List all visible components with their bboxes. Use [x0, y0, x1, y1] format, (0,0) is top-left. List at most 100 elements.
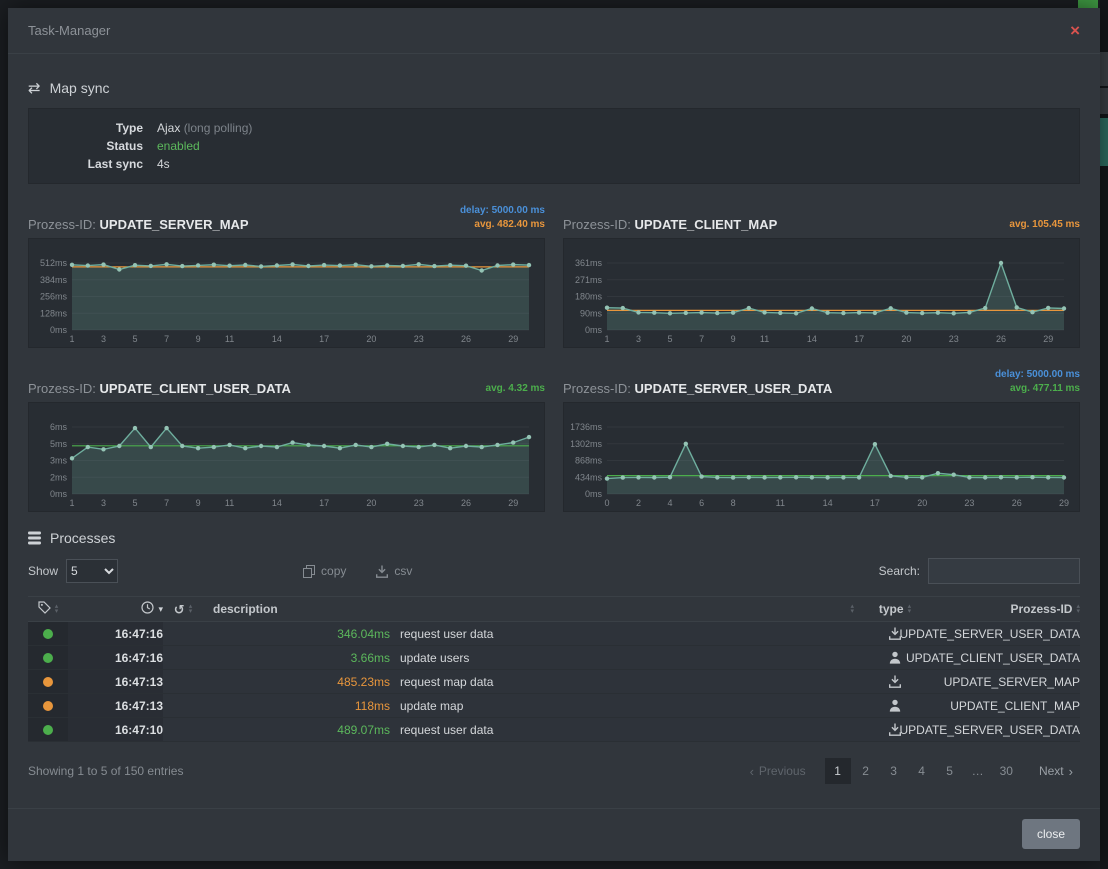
table-row[interactable]: 16:47:16346.04msrequest user dataUPDATE_…: [28, 622, 1080, 646]
chart-meta: delay: 5000.00 ms avg. 482.40 ms: [460, 204, 545, 232]
show-entries-select[interactable]: 5: [66, 559, 118, 583]
svg-text:17: 17: [870, 498, 880, 508]
chart-meta: avg. 105.45 ms: [1009, 218, 1080, 232]
table-row[interactable]: 16:47:13118msupdate mapUPDATE_CLIENT_MAP: [28, 694, 1080, 718]
prozess-id-cell: UPDATE_SERVER_USER_DATA: [930, 718, 1080, 741]
modal-close-icon[interactable]: ×: [1070, 22, 1080, 39]
svg-text:29: 29: [508, 334, 518, 344]
header-time-column[interactable]: [68, 601, 163, 617]
time-cell: 16:47:13: [68, 670, 163, 693]
modal-footer: close: [8, 808, 1100, 861]
svg-text:9: 9: [196, 498, 201, 508]
type-note: (long polling): [184, 121, 253, 135]
svg-text:11: 11: [776, 498, 785, 508]
svg-text:11: 11: [760, 334, 769, 344]
svg-text:20: 20: [366, 334, 376, 344]
pagination-page-30[interactable]: 30: [993, 758, 1020, 784]
svg-text:7: 7: [699, 334, 704, 344]
sync-arrows-icon: ⇄: [28, 81, 41, 96]
chart-panel: 0ms128ms256ms384ms512ms13579111417202326…: [28, 238, 545, 348]
modal-body: ⇄ Map sync Type Ajax (long polling) Stat…: [8, 54, 1100, 808]
show-entries-group: Show 5: [28, 559, 118, 583]
sort-icon: [1076, 604, 1080, 614]
chart-panel: 0ms2ms3ms5ms6ms1357911141720232629: [28, 402, 545, 512]
status-dot-cell: [28, 670, 68, 693]
status-label: Status: [45, 137, 157, 155]
table-row[interactable]: 16:47:163.66msupdate usersUPDATE_CLIENT_…: [28, 646, 1080, 670]
svg-text:11: 11: [225, 334, 234, 344]
svg-text:26: 26: [461, 498, 471, 508]
type-label: Type: [45, 119, 157, 137]
pagination-page-5[interactable]: 5: [937, 758, 963, 784]
last-sync-value: 4s: [157, 155, 170, 173]
svg-text:5: 5: [667, 334, 672, 344]
svg-text:128ms: 128ms: [40, 308, 68, 318]
svg-text:0ms: 0ms: [585, 325, 603, 335]
search-label: Search:: [879, 564, 920, 578]
svg-text:17: 17: [319, 334, 329, 344]
chevron-left-icon: ‹: [750, 764, 754, 779]
header-description-column[interactable]: description: [203, 602, 860, 616]
svg-text:3: 3: [636, 334, 641, 344]
svg-text:0ms: 0ms: [50, 489, 68, 499]
pagination-page-3[interactable]: 3: [881, 758, 907, 784]
header-type-column[interactable]: type: [860, 602, 930, 616]
time-cell: 16:47:16: [68, 622, 163, 645]
close-button[interactable]: close: [1022, 819, 1080, 849]
map-sync-info-panel: Type Ajax (long polling) Status enabled …: [28, 108, 1080, 184]
csv-button[interactable]: csv: [376, 564, 412, 578]
chart-update-client-user-data: Prozess-ID: UPDATE_CLIENT_USER_DATA avg.…: [28, 362, 545, 512]
svg-text:9: 9: [196, 334, 201, 344]
svg-text:26: 26: [996, 334, 1006, 344]
type-value: Ajax (long polling): [157, 119, 252, 137]
search-input[interactable]: [928, 558, 1080, 584]
info-row-status: Status enabled: [45, 137, 1063, 155]
pagination-previous[interactable]: ‹Previous: [743, 758, 813, 784]
chart-canvas: 0ms2ms3ms5ms6ms1357911141720232629: [36, 411, 537, 509]
header-duration-column[interactable]: ↺: [163, 603, 203, 616]
header-prozess-id-column[interactable]: Prozess-ID: [930, 602, 1080, 616]
history-icon: ↺: [174, 603, 185, 616]
process-table-body: 16:47:16346.04msrequest user dataUPDATE_…: [28, 622, 1080, 742]
chart-canvas: 0ms90ms180ms271ms361ms135791114172023262…: [571, 247, 1072, 345]
pagination-page-1[interactable]: 1: [825, 758, 851, 784]
svg-text:1: 1: [69, 334, 74, 344]
pagination-page-2[interactable]: 2: [853, 758, 879, 784]
header-status-column[interactable]: [28, 601, 68, 617]
showing-entries-info: Showing 1 to 5 of 150 entries: [28, 764, 183, 778]
status-dot: [43, 725, 53, 735]
pagination-next[interactable]: Next›: [1032, 758, 1080, 784]
status-value: enabled: [157, 137, 200, 155]
prozess-id-cell: UPDATE_CLIENT_MAP: [930, 694, 1080, 717]
sort-icon: [850, 604, 854, 614]
svg-text:29: 29: [1059, 498, 1069, 508]
svg-text:256ms: 256ms: [40, 292, 68, 302]
info-row-type: Type Ajax (long polling): [45, 119, 1063, 137]
type-cell: [860, 694, 930, 717]
status-dot-cell: [28, 646, 68, 669]
svg-text:2: 2: [636, 498, 641, 508]
last-sync-label: Last sync: [45, 155, 157, 173]
sort-icon: [908, 604, 912, 614]
pagination-page-4[interactable]: 4: [909, 758, 935, 784]
chart-update-server-map: Prozess-ID: UPDATE_SERVER_MAP delay: 500…: [28, 198, 545, 348]
chart-avg-label: avg. 482.40 ms: [460, 218, 545, 232]
sort-icon: [189, 604, 193, 614]
export-buttons: copy csv: [303, 564, 412, 578]
svg-text:1: 1: [69, 498, 74, 508]
search-group: Search:: [879, 558, 1080, 584]
description-cell: update users: [390, 646, 860, 669]
page-scrollbar[interactable]: [1100, 0, 1108, 869]
chart-avg-label: avg. 4.32 ms: [486, 382, 545, 396]
copy-button[interactable]: copy: [303, 564, 346, 578]
svg-text:271ms: 271ms: [575, 275, 603, 285]
svg-text:23: 23: [964, 498, 974, 508]
table-row[interactable]: 16:47:10489.07msrequest user dataUPDATE_…: [28, 718, 1080, 742]
svg-text:26: 26: [461, 334, 471, 344]
description-cell: request user data: [390, 718, 860, 741]
background-fragment-gray: [1100, 88, 1108, 114]
scrollbar-thumb[interactable]: [1100, 52, 1108, 86]
svg-text:9: 9: [731, 334, 736, 344]
table-row[interactable]: 16:47:13485.23msrequest map dataUPDATE_S…: [28, 670, 1080, 694]
duration-cell: 118ms: [163, 694, 390, 717]
